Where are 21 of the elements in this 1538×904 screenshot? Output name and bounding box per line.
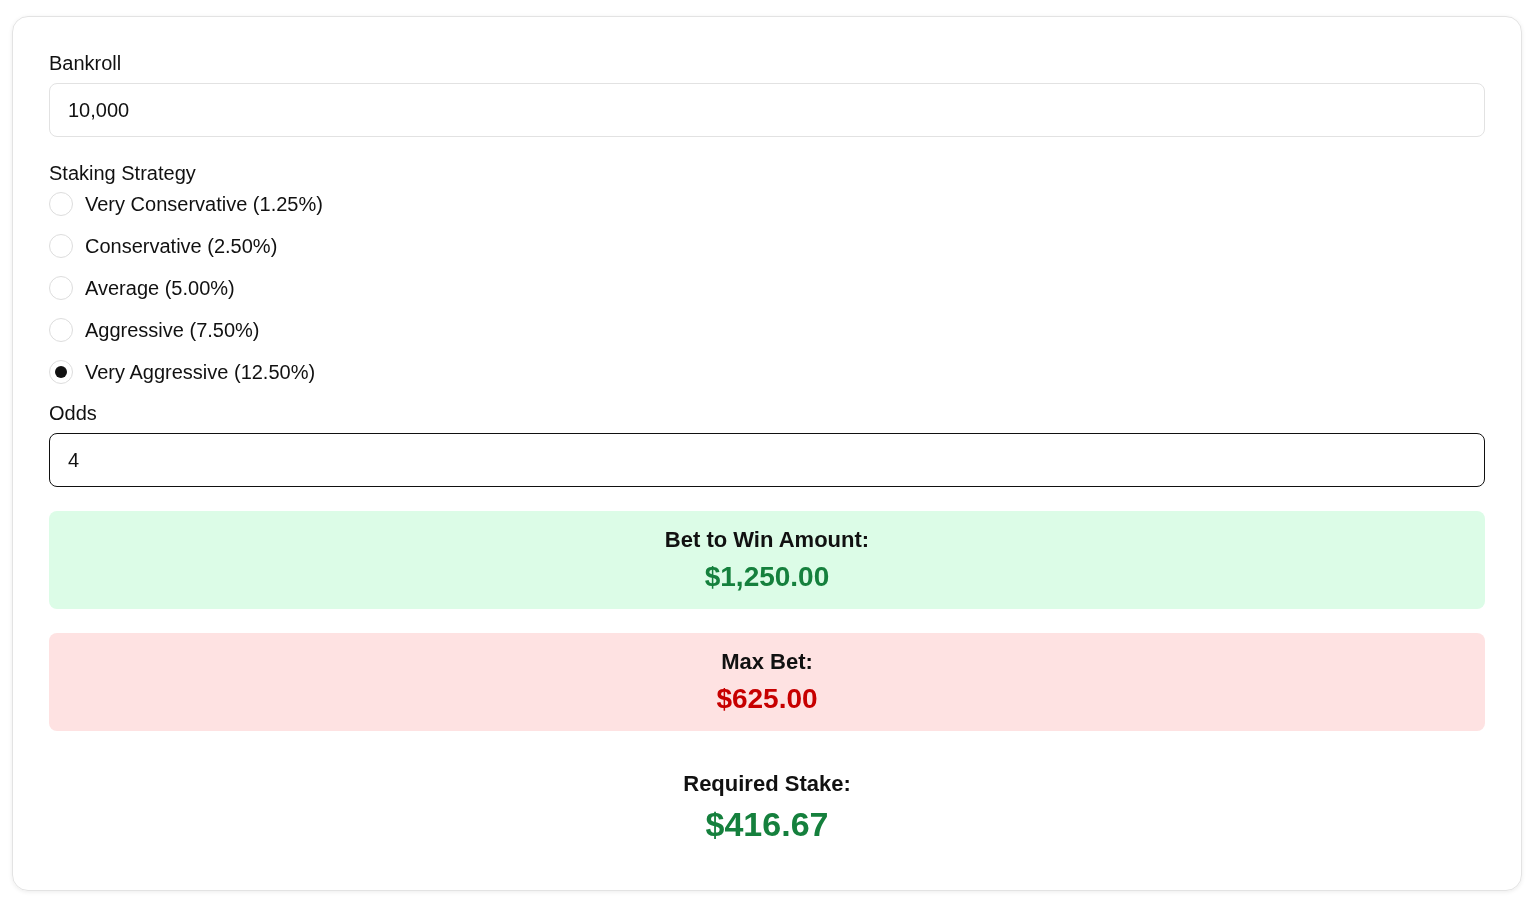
radio-option[interactable]: Conservative (2.50%) — [49, 225, 1485, 267]
radio-option[interactable]: Average (5.00%) — [49, 267, 1485, 309]
radio-button[interactable] — [49, 192, 73, 216]
odds-input[interactable]: 4 — [49, 433, 1485, 487]
field-label: Staking Strategy — [49, 161, 197, 185]
result-title: Required Stake: — [683, 771, 851, 797]
result-amount: $625.00 — [716, 683, 818, 715]
result-title: Max Bet: — [721, 649, 813, 675]
radio-option[interactable]: Very Aggressive (12.50%) — [49, 351, 1485, 393]
result-amount: $416.67 — [705, 805, 829, 844]
radio-button[interactable] — [49, 276, 73, 300]
field-label: Odds — [49, 401, 98, 425]
result-title: Bet to Win Amount: — [664, 527, 870, 553]
field-label: Bankroll — [49, 51, 123, 75]
radio-option[interactable]: Aggressive (7.50%) — [49, 309, 1485, 351]
radio-option[interactable]: Very Conservative (1.25%) — [49, 183, 1485, 225]
radio-button[interactable] — [49, 360, 73, 384]
radio-button[interactable] — [49, 234, 73, 258]
result-amount: $1,250.00 — [704, 561, 830, 593]
radio-button[interactable] — [49, 318, 73, 342]
bankroll-input[interactable]: 10,000 — [49, 83, 1485, 137]
